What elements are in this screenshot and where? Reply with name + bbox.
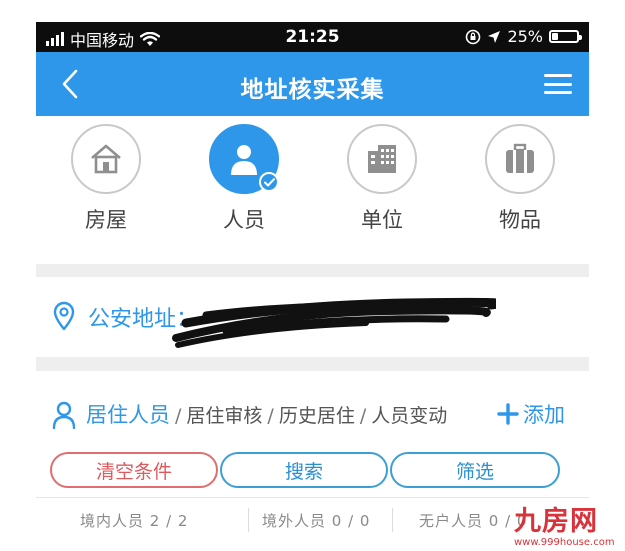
address-row[interactable]: 公安地址：	[36, 277, 589, 355]
check-badge-icon	[259, 172, 279, 192]
watermark: 九房网 www.999house.com	[514, 507, 624, 549]
user-outline-icon	[52, 401, 76, 429]
menu-icon-line	[544, 91, 572, 94]
status-right: 25%	[465, 27, 582, 46]
house-icon	[91, 144, 121, 174]
app-header: 地址核实采集	[36, 52, 589, 116]
category-label: 人员	[223, 208, 265, 232]
items-icon	[506, 143, 534, 173]
tab-residence-review[interactable]: 居住审核	[186, 401, 262, 428]
menu-icon-line	[544, 82, 572, 86]
domestic-count[interactable]: 境内人员 2 / 2	[80, 510, 188, 531]
category-unit[interactable]: 单位	[322, 124, 442, 234]
section-divider	[36, 264, 589, 277]
category-house[interactable]: 房屋	[46, 124, 166, 234]
category-circle	[347, 124, 417, 194]
search-button[interactable]: 搜索	[220, 452, 388, 488]
tab-residents[interactable]: 居住人员	[86, 399, 170, 429]
category-tabs: 房屋 人员 单位 物品	[36, 124, 589, 254]
clear-conditions-button[interactable]: 清空条件	[50, 452, 218, 488]
filter-button[interactable]: 筛选	[390, 452, 560, 488]
foreign-count[interactable]: 境外人员 0 / 0	[262, 510, 370, 531]
category-label: 房屋	[85, 208, 127, 232]
battery-icon	[549, 30, 582, 43]
location-arrow-icon	[488, 30, 501, 43]
count-divider	[248, 508, 249, 532]
add-label: 添加	[523, 403, 565, 427]
tab-history[interactable]: 历史居住	[279, 401, 355, 428]
residents-tabs: 居住人员 / 居住审核 / 历史居住 / 人员变动	[86, 399, 447, 429]
category-items[interactable]: 物品	[460, 124, 580, 234]
count-bar: 境内人员 2 / 2 境外人员 0 / 0 无户人员 0 / 0	[36, 497, 589, 542]
watermark-url: www.999house.com	[514, 537, 615, 548]
plus-icon	[497, 403, 519, 425]
count-divider	[392, 508, 393, 532]
status-bar: 中国移动 21:25 25%	[36, 22, 589, 52]
category-circle	[485, 124, 555, 194]
page-title: 地址核实采集	[240, 77, 385, 103]
phone-screen: 中国移动 21:25 25% 地址核实采集 房屋 人员 单位 物品 公安地址： …	[36, 22, 589, 551]
tab-separator: /	[359, 405, 367, 427]
category-circle	[209, 124, 279, 194]
tab-separator: /	[175, 405, 182, 427]
menu-icon-line	[544, 74, 572, 77]
residents-section: 居住人员 / 居住审核 / 历史居住 / 人员变动 添加	[36, 377, 589, 445]
category-person[interactable]: 人员	[184, 124, 304, 234]
battery-percent: 25%	[507, 27, 543, 46]
rotation-lock-icon	[466, 29, 481, 44]
category-label: 物品	[499, 208, 541, 232]
building-icon	[368, 145, 396, 173]
watermark-brand: 九房网	[514, 506, 598, 537]
location-pin-icon	[53, 301, 75, 331]
tab-separator: /	[267, 405, 274, 427]
category-circle	[71, 124, 141, 194]
action-buttons: 清空条件 搜索 筛选	[48, 452, 578, 490]
section-divider	[36, 357, 589, 371]
category-label: 单位	[361, 208, 403, 232]
person-icon	[231, 145, 257, 175]
redaction-scribble	[172, 297, 496, 348]
menu-button[interactable]	[541, 68, 575, 100]
tab-changes[interactable]: 人员变动	[371, 401, 447, 428]
add-button[interactable]: 添加	[497, 399, 565, 429]
no-household-count[interactable]: 无户人员 0 / 0	[419, 510, 527, 531]
